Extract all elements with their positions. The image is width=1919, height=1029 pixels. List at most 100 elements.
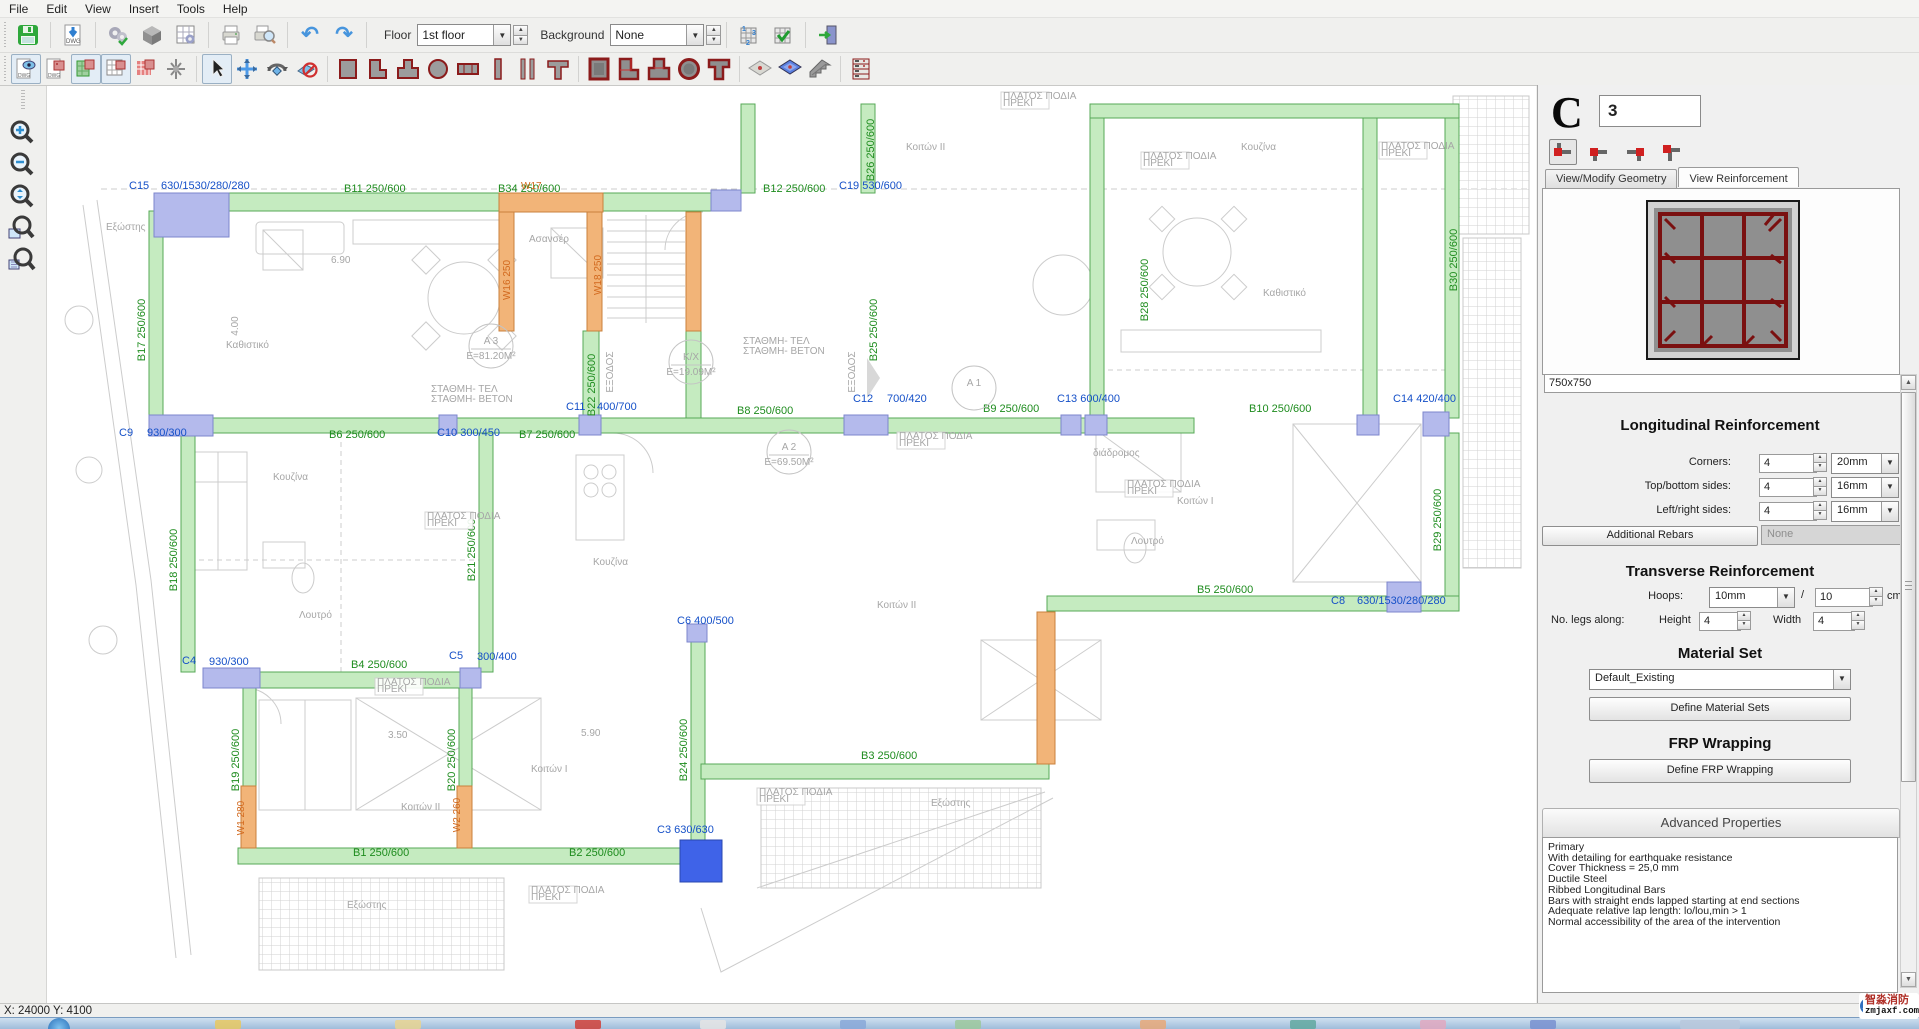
zoom-extents-button[interactable] [5,182,39,212]
align-right-icon[interactable] [1621,139,1649,165]
toolbar-grip[interactable] [21,90,25,110]
jacket-T-tool[interactable] [644,54,674,84]
undo-button[interactable]: ↶ [293,19,327,51]
chevron-down-icon[interactable]: ▼ [1833,670,1850,689]
floor-stepper[interactable]: ▲▼ [513,25,528,45]
hoop-spacing-stepper[interactable]: ▲▼ [1869,587,1883,606]
corners-count-input[interactable]: 4 [1759,454,1817,473]
menu-edit[interactable]: Edit [37,1,76,17]
column[interactable] [460,668,481,688]
top-bottom-count-input[interactable]: 4 [1759,478,1817,497]
chevron-down-icon[interactable]: ▼ [1881,502,1898,521]
toolbar-grip[interactable] [3,22,8,48]
chevron-down-icon[interactable]: ▼ [1777,588,1794,607]
beam[interactable] [1445,433,1459,596]
taskbar[interactable] [0,1017,1919,1029]
scrollbar-thumb[interactable] [1901,392,1916,782]
top-bottom-dia-select[interactable]: 16mm▼ [1831,477,1899,498]
apply-grid-button[interactable] [766,19,800,51]
legs-width-input[interactable]: 4 [1813,612,1855,631]
beam[interactable] [181,433,195,672]
mesh-toggle[interactable] [131,54,161,84]
zoom-selection-button[interactable] [5,246,39,276]
define-material-sets-button[interactable]: Define Material Sets [1589,697,1851,721]
top-bottom-stepper[interactable]: ▲▼ [1813,477,1827,496]
scroll-down-icon[interactable]: ▼ [1901,972,1916,987]
jacket-L-tool[interactable] [614,54,644,84]
print-button[interactable] [214,19,248,51]
additional-rebars-button[interactable]: Additional Rebars [1542,526,1758,546]
jacket-circle-tool[interactable] [674,54,704,84]
column[interactable] [203,668,260,688]
corners-dia-select[interactable]: 20mm▼ [1831,453,1899,474]
zoom-window-button[interactable] [5,214,39,244]
column[interactable] [154,193,229,237]
wall-section-tool[interactable] [453,54,483,84]
zoom-in-button[interactable] [5,118,39,148]
selected-column[interactable] [680,840,722,882]
rotate-tool[interactable] [262,54,292,84]
dwg-columns-toggle[interactable]: DWG [41,54,71,84]
left-right-dia-select[interactable]: 16mm▼ [1831,501,1899,522]
beam[interactable] [701,764,1049,779]
chevron-down-icon[interactable]: ▼ [1881,478,1898,497]
slab-tool[interactable] [745,54,775,84]
background-select[interactable]: None ▼ [610,24,704,46]
settings-button[interactable] [101,19,135,51]
corners-stepper[interactable]: ▲▼ [1813,453,1827,472]
column[interactable] [1357,415,1379,435]
legs-height-input[interactable]: 4 [1699,612,1741,631]
toolbar-grip[interactable] [3,56,8,82]
3d-view-button[interactable] [135,19,169,51]
column[interactable] [1061,415,1081,435]
column[interactable] [1085,415,1107,435]
left-right-count-input[interactable]: 4 [1759,502,1817,521]
beam[interactable] [741,104,755,193]
dwg-view-toggle[interactable]: DWG [11,54,41,84]
left-right-stepper[interactable]: ▲▼ [1813,501,1827,520]
slab-strengthen-tool[interactable] [775,54,805,84]
wall[interactable] [499,193,603,212]
redo-button[interactable]: ↷ [327,19,361,51]
define-frp-button[interactable]: Define FRP Wrapping [1589,759,1851,783]
column[interactable] [844,415,888,435]
save-button[interactable] [11,19,45,51]
floorplan-svg[interactable]: C15630/1530/280/280B11 250/600B34 250/60… [47,86,1536,1003]
menu-view[interactable]: View [76,1,120,17]
floorplan-canvas[interactable]: C15630/1530/280/280B11 250/600B34 250/60… [47,86,1536,1003]
chevron-down-icon[interactable]: ▼ [493,25,510,45]
wall[interactable] [1037,612,1055,764]
tab-view-reinforcement[interactable]: View Reinforcement [1678,167,1798,187]
beam[interactable] [1090,118,1104,418]
align-corner-icon[interactable] [1549,139,1577,165]
column-rect-tool[interactable] [333,54,363,84]
exit-button[interactable] [811,19,845,51]
delete-tool[interactable] [292,54,322,84]
chevron-down-icon[interactable]: ▼ [1881,454,1898,473]
advanced-properties-header[interactable]: Advanced Properties [1542,808,1900,838]
beam[interactable] [459,688,472,786]
hoops-dia-select[interactable]: 10mm▼ [1709,587,1795,608]
section-size-list[interactable]: 750x750 [1544,374,1902,393]
column-circle-tool[interactable] [423,54,453,84]
menu-insert[interactable]: Insert [120,1,168,17]
column[interactable] [711,190,741,211]
grid-settings-button[interactable] [169,19,203,51]
beam[interactable] [1090,104,1459,118]
beam[interactable] [1363,118,1377,418]
wall[interactable] [686,212,701,331]
move-tool[interactable] [232,54,262,84]
material-set-select[interactable]: Default_Existing▼ [1589,669,1851,690]
wall-T-tool[interactable] [543,54,573,84]
background-stepper[interactable]: ▲▼ [706,25,721,45]
beam[interactable] [243,688,256,786]
tab-view-modify-geometry[interactable]: View/Modify Geometry [1545,169,1677,189]
legs-width-stepper[interactable]: ▲▼ [1851,611,1865,630]
grid-toggle[interactable] [101,54,131,84]
select-tool[interactable] [202,54,232,84]
building-3d-tool[interactable] [846,54,876,84]
legs-height-stepper[interactable]: ▲▼ [1737,611,1751,630]
layers-toggle[interactable] [71,54,101,84]
wall-vertical-tool[interactable] [483,54,513,84]
beam[interactable] [238,848,700,864]
